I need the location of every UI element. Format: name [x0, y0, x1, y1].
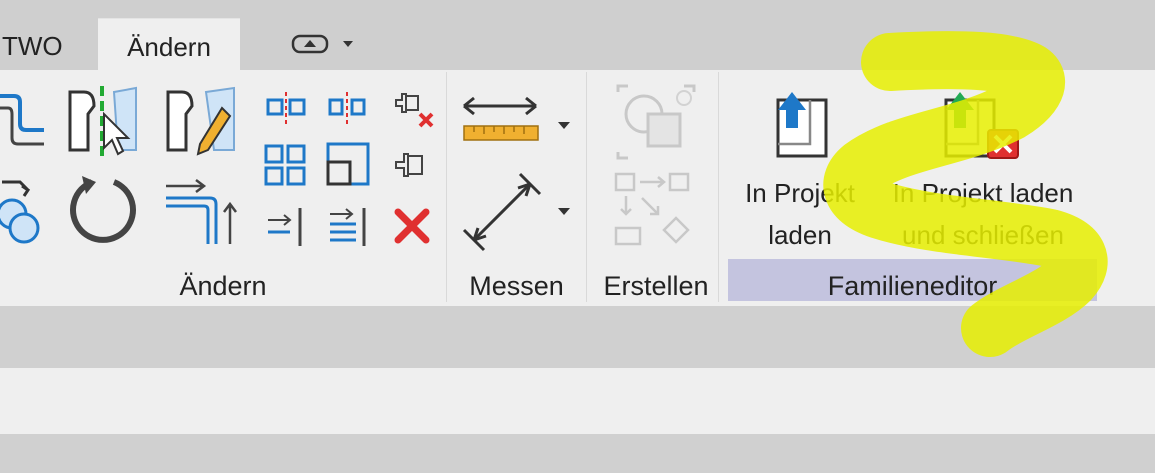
array-button[interactable] [264, 144, 308, 188]
offset-button[interactable] [0, 84, 48, 154]
delete-icon [394, 208, 430, 244]
chevron-down-icon [558, 208, 570, 215]
rotate-button[interactable] [66, 172, 142, 248]
panel-label-modify: Ändern [179, 271, 267, 301]
toolbar-strip [0, 306, 1155, 368]
panel-label-create: Erstellen [603, 271, 709, 301]
create-group-icon [614, 172, 690, 246]
mirror-draw-axis-button[interactable] [164, 84, 238, 160]
panel-label-measure: Messen [469, 271, 564, 301]
pin-icon [395, 153, 423, 177]
copy-icon [0, 180, 40, 244]
create-similar-button[interactable] [614, 84, 698, 160]
mirror-pick-axis-button[interactable] [66, 84, 140, 160]
panel-label-family-editor: Familieneditor [827, 271, 998, 301]
create-group-button[interactable] [614, 172, 694, 248]
split-icon [328, 92, 366, 124]
trim-extend-icon [166, 179, 237, 244]
create-similar-icon [616, 84, 696, 160]
panel-toggle-dropdown[interactable] [285, 18, 365, 70]
angular-dimension-icon [462, 172, 570, 252]
scale-icon [326, 142, 370, 186]
array-icon [264, 144, 306, 186]
rotate-icon [70, 176, 136, 243]
delete-button[interactable] [394, 208, 430, 244]
trim-single-button[interactable] [266, 206, 308, 248]
chevron-down-icon [558, 122, 570, 129]
load-and-close-label-1: In Projekt laden [892, 178, 1074, 208]
trim-multiple-button[interactable] [328, 206, 370, 248]
view-area-strip [0, 434, 1155, 473]
load-into-project-label-1: In Projekt [745, 178, 855, 208]
ribbon-tab-bar: TWO Ändern [0, 0, 1155, 71]
angular-dimension-button[interactable] [460, 170, 574, 252]
trim-extend-button[interactable] [164, 174, 242, 246]
load-and-close-icon [944, 92, 1019, 159]
trim-single-icon [268, 208, 302, 246]
scale-button[interactable] [326, 142, 372, 188]
load-into-project-button[interactable] [764, 82, 836, 162]
load-into-project-label-2: laden [768, 220, 832, 250]
offset-icon [0, 94, 44, 146]
chevron-down-icon [343, 41, 353, 47]
load-and-close-label-2: und schließen [902, 220, 1064, 250]
trim-multiple-icon [330, 208, 366, 246]
align-button[interactable] [262, 92, 310, 124]
tab-two[interactable]: TWO [0, 18, 80, 70]
split-button[interactable] [326, 92, 370, 124]
pin-button[interactable] [392, 148, 432, 182]
mirror-pick-axis-icon [68, 86, 137, 158]
tab-modify[interactable]: Ändern [98, 18, 240, 71]
ribbon: In Projekt laden In Projekt laden und sc… [0, 70, 1155, 306]
load-and-close-button[interactable] [936, 82, 1026, 166]
mirror-draw-axis-icon [166, 86, 235, 156]
options-bar [0, 368, 1155, 434]
aligned-dimension-button[interactable] [460, 92, 574, 144]
unpin-icon [395, 93, 434, 128]
aligned-dimension-icon [463, 96, 570, 141]
unpin-button[interactable] [392, 86, 436, 130]
load-into-project-icon [776, 92, 828, 158]
align-icon [266, 92, 306, 124]
copy-button[interactable] [0, 174, 48, 246]
